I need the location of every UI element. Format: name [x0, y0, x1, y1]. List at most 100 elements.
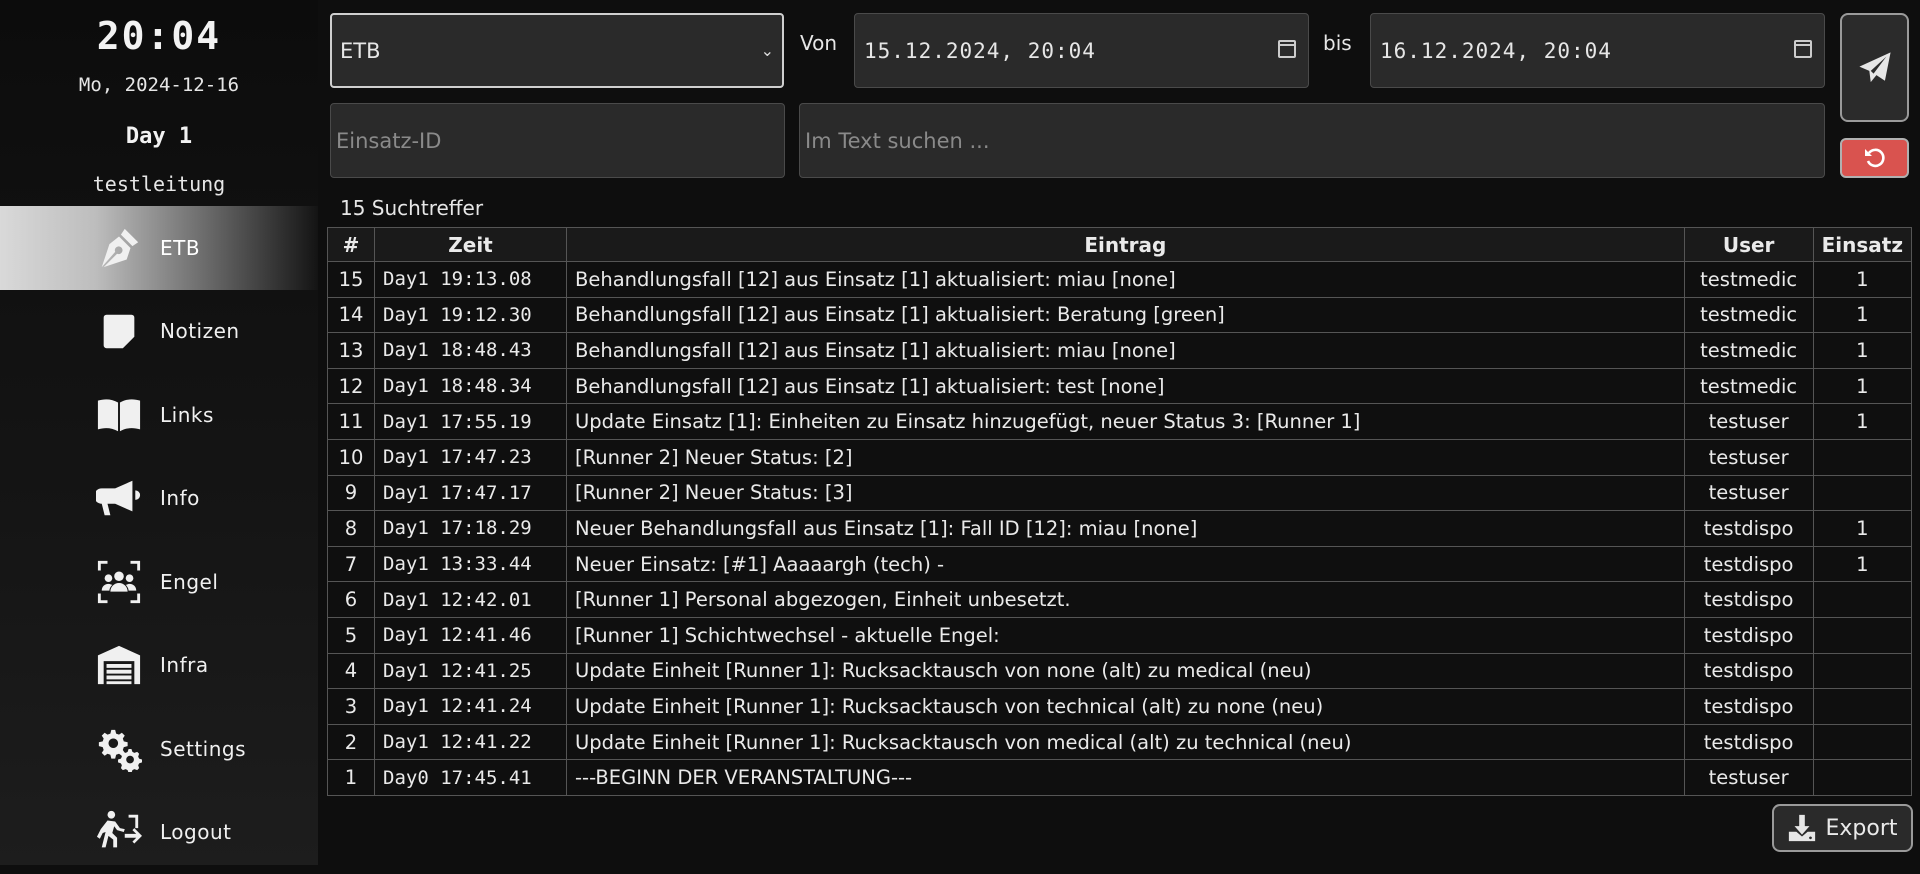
log-type-value: ETB — [340, 39, 381, 63]
sidebar-item-settings[interactable]: Settings — [0, 707, 318, 791]
sidebar-item-label: Logout — [160, 820, 231, 844]
table-row[interactable]: 14Day1 19:12.30Behandlungsfall [12] aus … — [328, 297, 1912, 333]
row-num: 14 — [328, 297, 375, 333]
col-header-num[interactable]: # — [328, 228, 375, 262]
exit-person-icon — [93, 806, 145, 858]
calendar-icon[interactable] — [1278, 40, 1296, 58]
sidebar-item-infra[interactable]: Infra — [0, 624, 318, 708]
text-search-input[interactable]: Im Text suchen ... — [799, 103, 1825, 178]
download-icon — [1787, 813, 1817, 843]
paper-plane-icon — [1858, 51, 1892, 85]
warehouse-icon — [93, 639, 145, 691]
row-time: Day1 12:42.01 — [375, 582, 567, 618]
row-einsatz — [1813, 760, 1911, 796]
from-datetime-field[interactable]: 15.12.2024, 20:04 — [854, 13, 1309, 88]
row-entry: Behandlungsfall [12] aus Einsatz [1] akt… — [567, 333, 1685, 369]
table-row[interactable]: 3Day1 12:41.24Update Einheit [Runner 1]:… — [328, 689, 1912, 725]
row-user: testdispo — [1684, 582, 1813, 618]
table-row[interactable]: 15Day1 19:13.08Behandlungsfall [12] aus … — [328, 262, 1912, 298]
row-entry: Update Einsatz [1]: Einheiten zu Einsatz… — [567, 404, 1685, 440]
row-num: 7 — [328, 546, 375, 582]
row-time: Day1 17:47.23 — [375, 439, 567, 475]
row-num: 1 — [328, 760, 375, 796]
row-num: 4 — [328, 653, 375, 689]
row-num: 13 — [328, 333, 375, 369]
row-user: testuser — [1684, 439, 1813, 475]
sidebar-item-etb[interactable]: ETB — [0, 206, 318, 290]
sidebar-item-links[interactable]: Links — [0, 373, 318, 457]
row-einsatz — [1813, 439, 1911, 475]
row-user: testdispo — [1684, 617, 1813, 653]
table-row[interactable]: 13Day1 18:48.43Behandlungsfall [12] aus … — [328, 333, 1912, 369]
table-row[interactable]: 11Day1 17:55.19Update Einsatz [1]: Einhe… — [328, 404, 1912, 440]
row-num: 9 — [328, 475, 375, 511]
table-row[interactable]: 4Day1 12:41.25Update Einheit [Runner 1]:… — [328, 653, 1912, 689]
row-einsatz: 1 — [1813, 404, 1911, 440]
row-entry: ---BEGINN DER VERANSTALTUNG--- — [567, 760, 1685, 796]
row-num: 8 — [328, 511, 375, 547]
row-entry: [Runner 2] Neuer Status: [3] — [567, 475, 1685, 511]
table-row[interactable]: 5Day1 12:41.46[Runner 1] Schichtwechsel … — [328, 617, 1912, 653]
row-time: Day1 12:41.46 — [375, 617, 567, 653]
col-header-user[interactable]: User — [1684, 228, 1813, 262]
current-date: Mo, 2024-12-16 — [0, 74, 318, 96]
sidebar-item-engel[interactable]: Engel — [0, 540, 318, 624]
col-header-einsatz[interactable]: Einsatz — [1813, 228, 1911, 262]
row-einsatz — [1813, 653, 1911, 689]
row-entry: Update Einheit [Runner 1]: Rucksacktausc… — [567, 724, 1685, 760]
row-time: Day1 12:41.24 — [375, 689, 567, 725]
calendar-icon[interactable] — [1794, 40, 1812, 58]
table-row[interactable]: 9Day1 17:47.17[Runner 2] Neuer Status: [… — [328, 475, 1912, 511]
table-row[interactable]: 8Day1 17:18.29Neuer Behandlungsfall aus … — [328, 511, 1912, 547]
sidebar: 20:04 Mo, 2024-12-16 Day 1 testleitung E… — [0, 0, 318, 865]
results-table: # Zeit Eintrag User Einsatz 15Day1 19:13… — [327, 227, 1912, 796]
row-user: testuser — [1684, 475, 1813, 511]
row-einsatz: 1 — [1813, 511, 1911, 547]
sidebar-item-label: ETB — [160, 236, 200, 260]
sidebar-item-label: Notizen — [160, 319, 240, 343]
sidebar-item-info[interactable]: Info — [0, 457, 318, 541]
export-button[interactable]: Export — [1772, 804, 1913, 852]
chevron-down-icon: ⌄ — [761, 41, 774, 60]
einsatz-id-input[interactable]: Einsatz-ID — [330, 103, 785, 178]
to-datetime-field[interactable]: 16.12.2024, 20:04 — [1370, 13, 1825, 88]
to-datetime-value: 16.12.2024, 20:04 — [1380, 39, 1612, 63]
row-user: testdispo — [1684, 653, 1813, 689]
log-type-select[interactable]: ETB ⌄ — [330, 13, 784, 88]
row-user: testmedic — [1684, 262, 1813, 298]
sidebar-nav: ETB Notizen Links Info Engel — [0, 206, 318, 874]
row-time: Day1 12:41.22 — [375, 724, 567, 760]
row-time: Day0 17:45.41 — [375, 760, 567, 796]
table-row[interactable]: 10Day1 17:47.23[Runner 2] Neuer Status: … — [328, 439, 1912, 475]
row-time: Day1 13:33.44 — [375, 546, 567, 582]
row-num: 15 — [328, 262, 375, 298]
row-num: 12 — [328, 368, 375, 404]
row-num: 5 — [328, 617, 375, 653]
col-header-time[interactable]: Zeit — [375, 228, 567, 262]
row-time: Day1 12:41.25 — [375, 653, 567, 689]
table-row[interactable]: 12Day1 18:48.34Behandlungsfall [12] aus … — [328, 368, 1912, 404]
row-entry: Update Einheit [Runner 1]: Rucksacktausc… — [567, 653, 1685, 689]
row-entry: Behandlungsfall [12] aus Einsatz [1] akt… — [567, 262, 1685, 298]
table-row[interactable]: 1Day0 17:45.41---BEGINN DER VERANSTALTUN… — [328, 760, 1912, 796]
row-einsatz: 1 — [1813, 333, 1911, 369]
sidebar-item-label: Engel — [160, 570, 218, 594]
sidebar-item-logout[interactable]: Logout — [0, 791, 318, 874]
result-count: 15 Suchtreffer — [340, 196, 483, 220]
row-einsatz: 1 — [1813, 262, 1911, 298]
einsatz-id-placeholder: Einsatz-ID — [336, 129, 441, 153]
row-user: testdispo — [1684, 546, 1813, 582]
row-user: testuser — [1684, 404, 1813, 440]
table-row[interactable]: 2Day1 12:41.22Update Einheit [Runner 1]:… — [328, 724, 1912, 760]
search-submit-button[interactable] — [1840, 13, 1909, 122]
sidebar-item-label: Infra — [160, 653, 209, 677]
row-user: testuser — [1684, 760, 1813, 796]
table-row[interactable]: 6Day1 12:42.01[Runner 1] Personal abgezo… — [328, 582, 1912, 618]
sidebar-item-notizen[interactable]: Notizen — [0, 290, 318, 374]
table-row[interactable]: 7Day1 13:33.44Neuer Einsatz: [#1] Aaaaar… — [328, 546, 1912, 582]
col-header-entry[interactable]: Eintrag — [567, 228, 1685, 262]
row-einsatz — [1813, 724, 1911, 760]
row-entry: Neuer Behandlungsfall aus Einsatz [1]: F… — [567, 511, 1685, 547]
reset-button[interactable] — [1840, 138, 1909, 178]
sticky-note-icon — [93, 305, 145, 357]
